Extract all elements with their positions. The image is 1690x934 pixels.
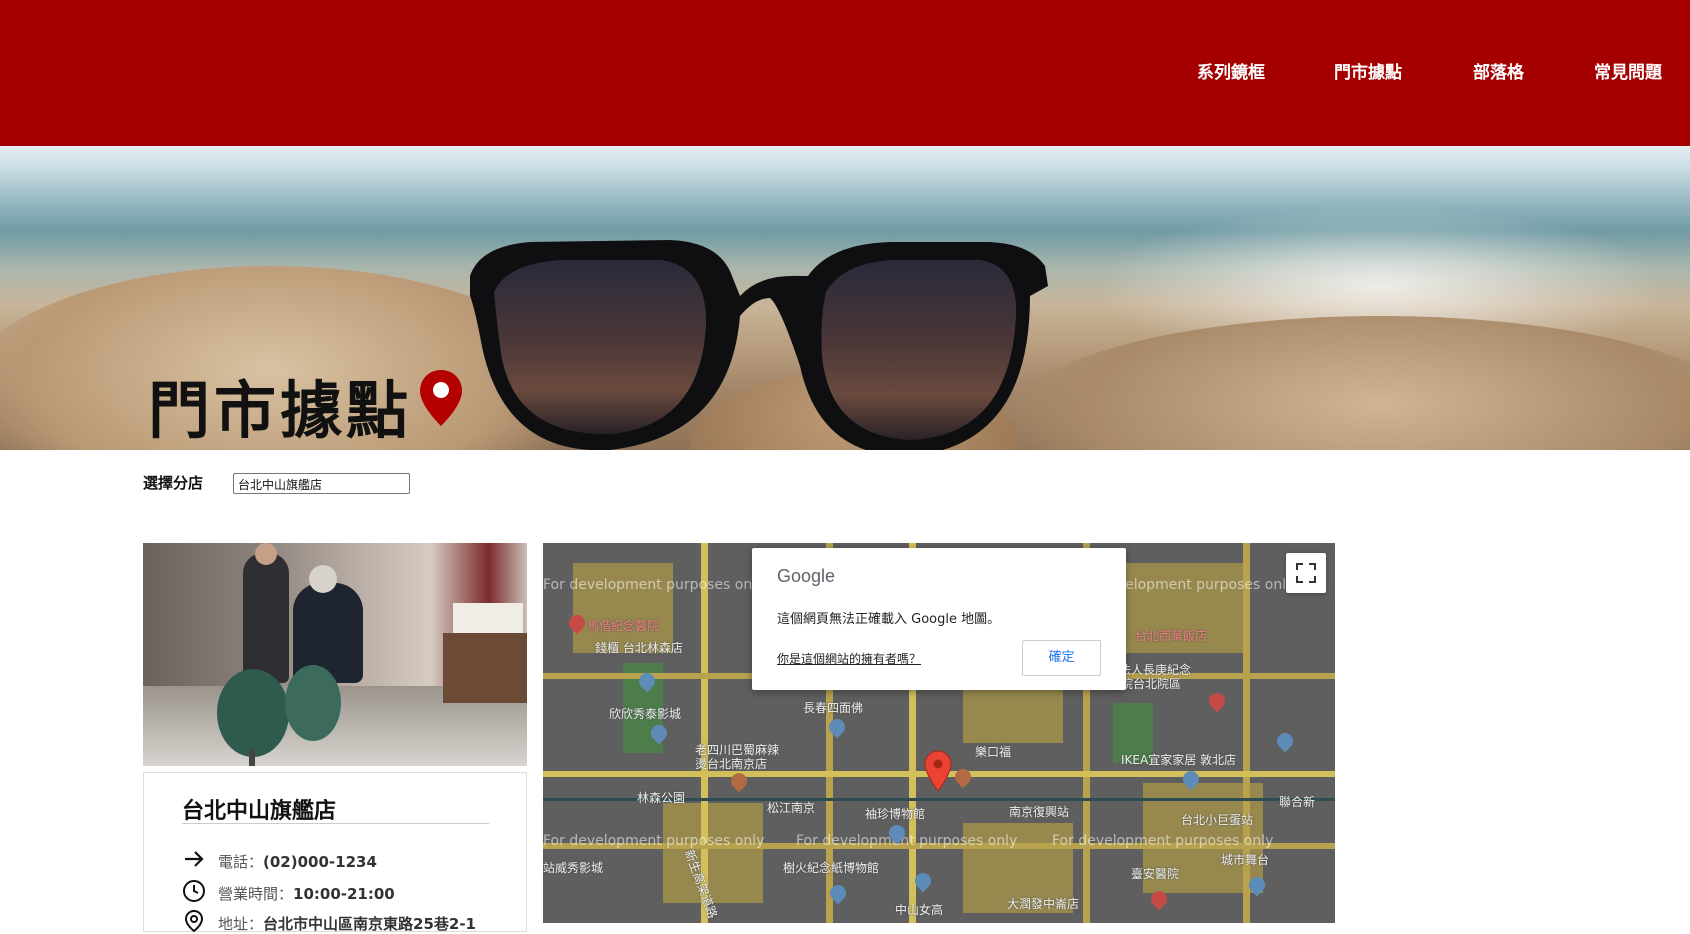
main-nav: 系列鏡框 門市據點 部落格 常見問題 (0, 58, 1690, 83)
dev-watermark: For development purposes only (543, 577, 765, 593)
confirm-button[interactable]: 確定 (1022, 640, 1101, 676)
map-error-message: 這個網頁無法正確載入 Google 地圖。 (777, 612, 1001, 627)
dev-watermark: For development purposes only (543, 833, 765, 849)
store-name: 台北中山旗艦店 (182, 799, 337, 824)
nav-blog[interactable]: 部落格 (1473, 58, 1524, 83)
store-info-card: 台北中山旗艦店 電話：(02)000-1234 營業時間：10:00-21:00… (143, 772, 527, 933)
nav-frames[interactable]: 系列鏡框 (1197, 58, 1265, 83)
google-logo: Google (777, 566, 836, 586)
google-map[interactable]: 馬偕紀念醫院 錢櫃 台北林森店 欣欣秀泰影城 長春四面佛 老四川巴蜀麻辣 燙台北… (543, 543, 1335, 923)
fullscreen-icon (1296, 563, 1316, 583)
divider (182, 823, 489, 824)
clock-icon (183, 880, 205, 902)
restaurant-marker-icon[interactable] (951, 765, 975, 789)
fullscreen-button[interactable] (1286, 553, 1326, 593)
poi-marker-icon[interactable] (1273, 729, 1297, 753)
nav-faq[interactable]: 常見問題 (1594, 58, 1662, 83)
dev-watermark: For development purposes only (1052, 833, 1274, 849)
map-pin-icon (420, 370, 462, 426)
store-location-pin-icon[interactable] (924, 750, 952, 792)
hospital-marker-icon[interactable] (1205, 689, 1229, 713)
page-title: 門市據點 (148, 374, 413, 447)
location-pin-icon (184, 909, 204, 933)
sunglasses-image (470, 240, 1048, 450)
map-error-dialog: Google 這個網頁無法正確載入 Google 地圖。 你是這個網站的擁有者嗎… (752, 548, 1126, 690)
site-owner-link[interactable]: 你是這個網站的擁有者嗎？ (777, 650, 921, 667)
nav-stores[interactable]: 門市據點 (1334, 58, 1402, 83)
store-photo (143, 543, 527, 766)
hero-banner: 門市據點 (0, 146, 1690, 450)
dev-watermark: For development purposes only (796, 833, 1018, 849)
arrow-right-icon (185, 851, 204, 867)
store-select-dropdown[interactable]: 台北中山旗艦店 (233, 473, 410, 494)
site-header: 系列鏡框 門市據點 部落格 常見問題 (0, 0, 1690, 146)
store-select-label: 選擇分店 (143, 474, 204, 492)
